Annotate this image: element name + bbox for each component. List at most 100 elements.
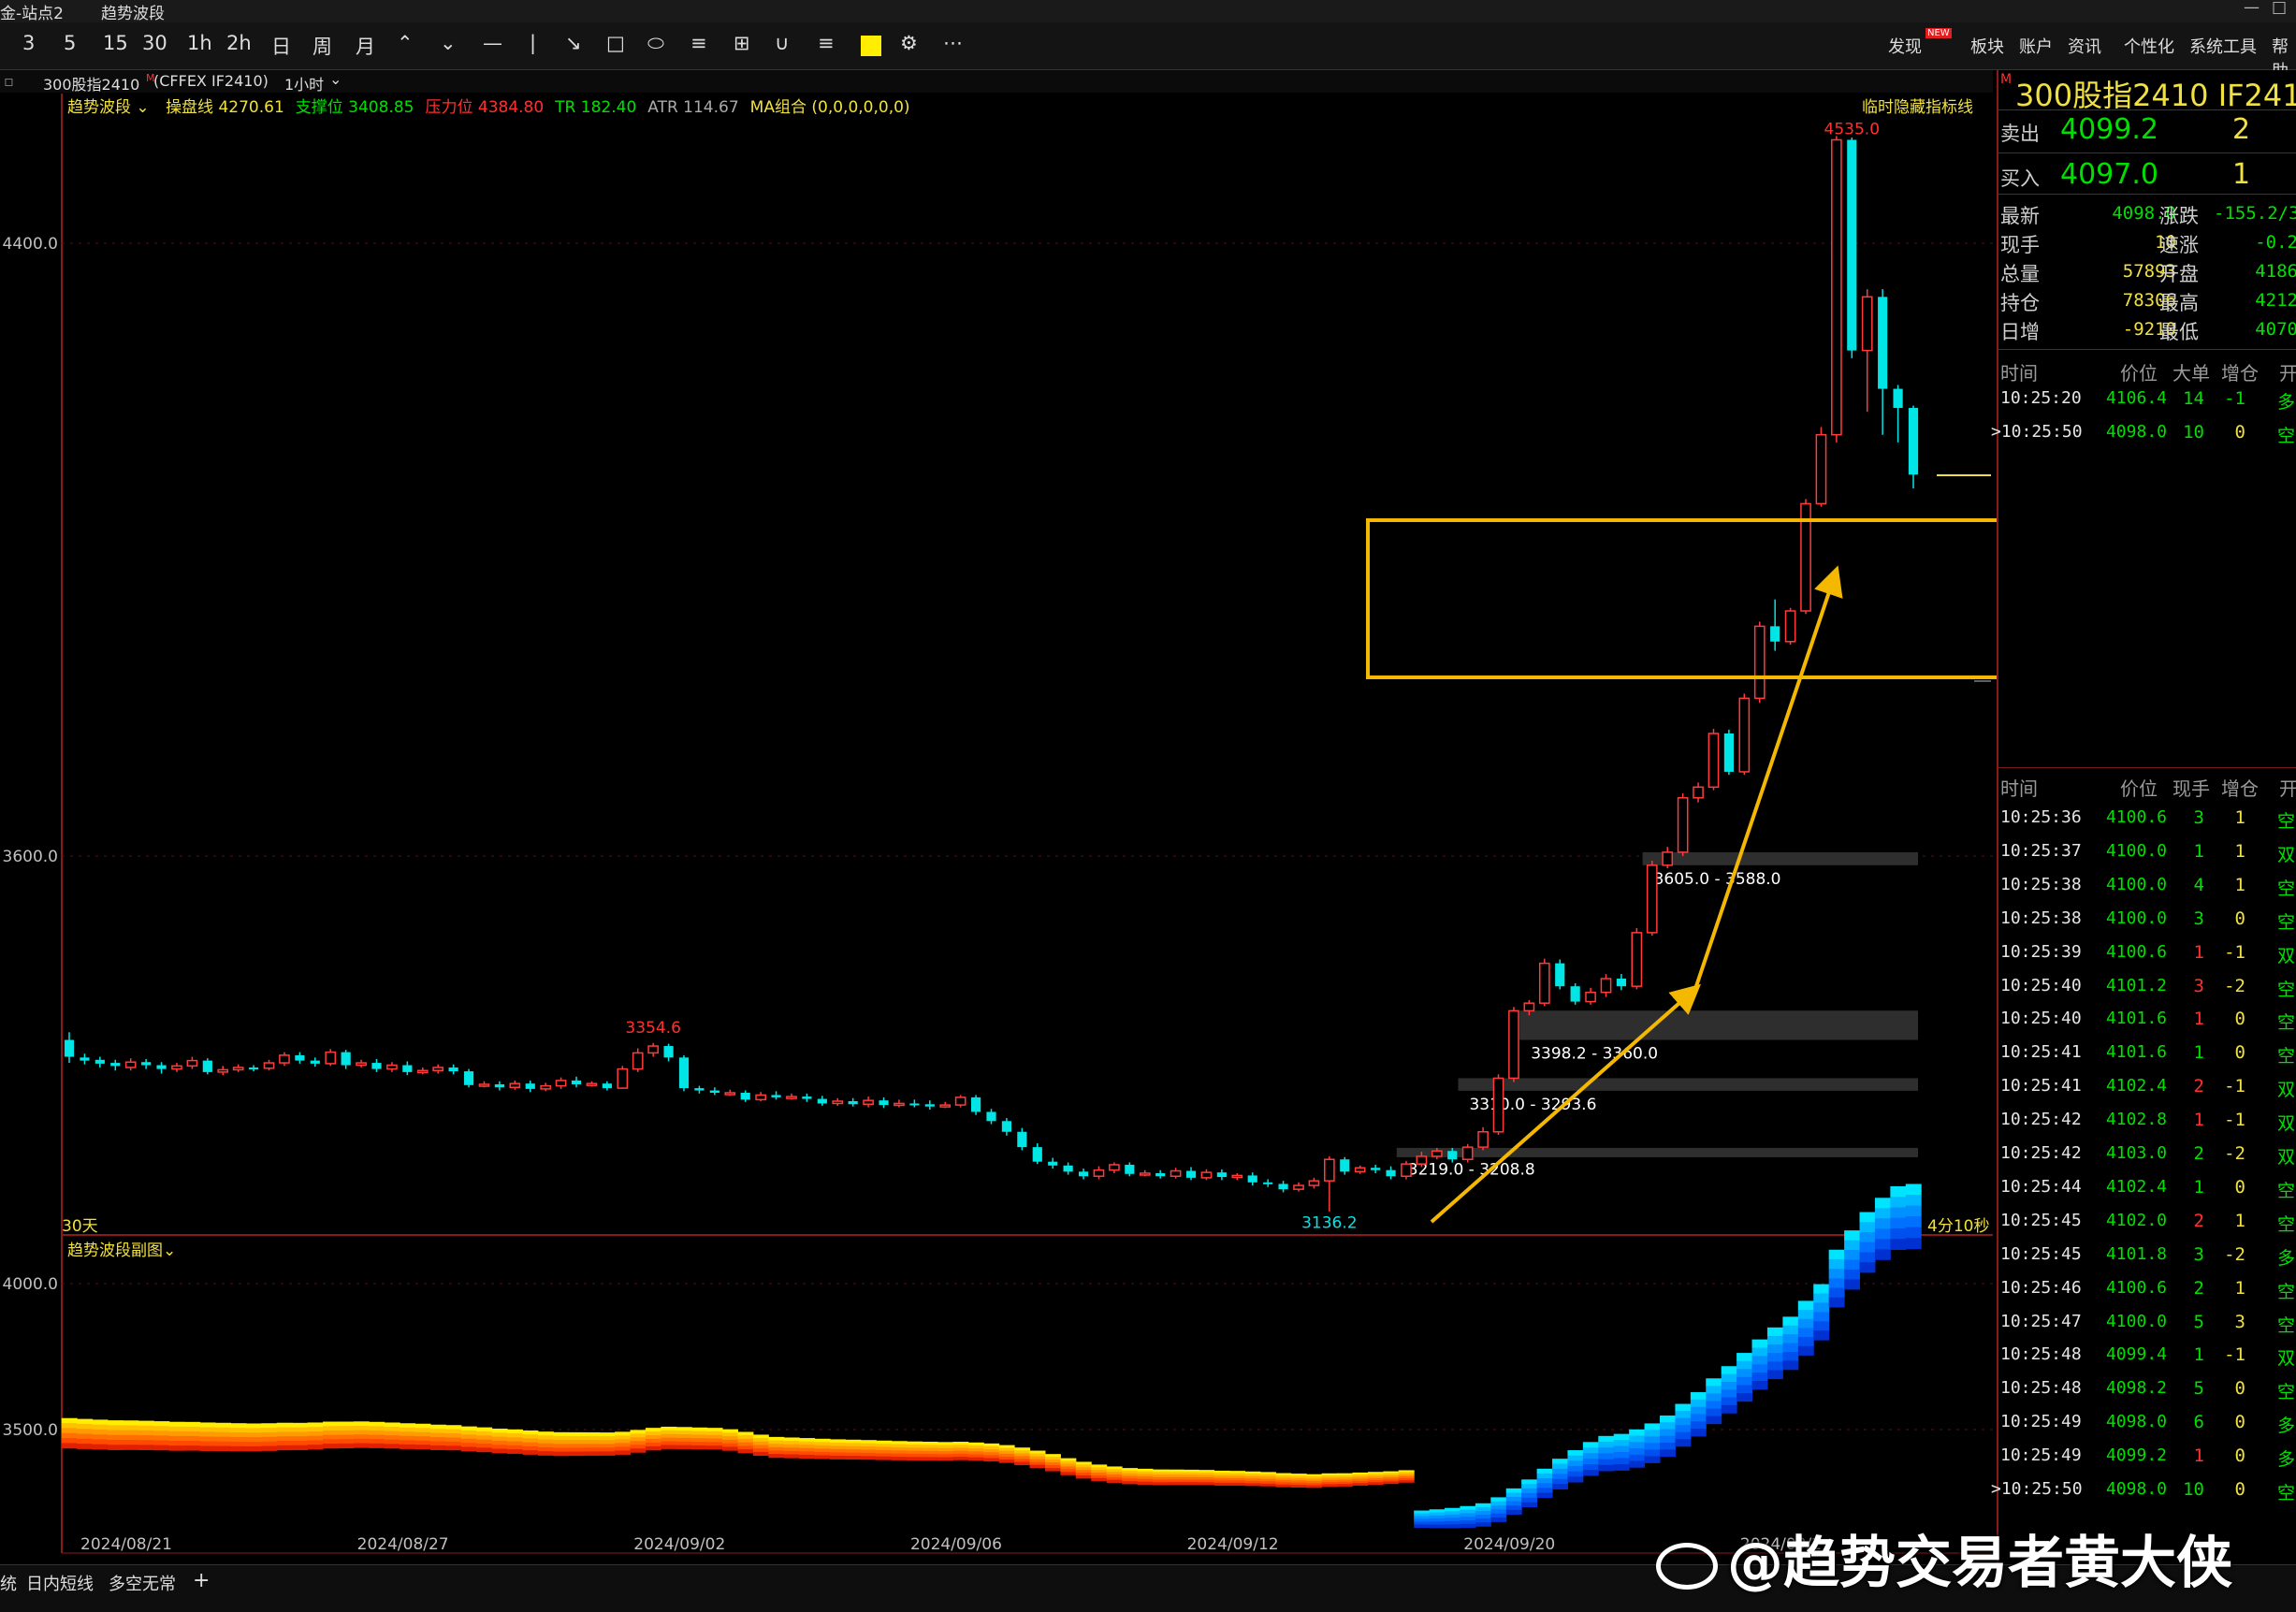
sub-indicator-name[interactable]: 趋势波段副图⌄	[67, 1237, 176, 1260]
bottom-tab-system[interactable]: 统	[0, 1571, 17, 1595]
color-flag-icon[interactable]	[861, 36, 881, 56]
period-select[interactable]: 1小时	[284, 72, 324, 94]
heat-cell	[584, 1431, 601, 1437]
heat-cell	[998, 1447, 1015, 1452]
period-3m-button[interactable]: 3	[22, 32, 35, 54]
tick-row[interactable]: 10:25:37 4100.0 1 1 双	[1998, 841, 2296, 875]
chevron-down-icon[interactable]: ⌄	[136, 98, 149, 117]
indicator-name[interactable]: 趋势波段	[67, 98, 131, 117]
candle-up	[863, 1099, 874, 1106]
tick-row[interactable]: 10:25:38 4100.0 4 1 空	[1998, 875, 2296, 908]
horizontal-line-tool-icon[interactable]: —	[483, 32, 502, 54]
heat-cell	[522, 1442, 539, 1447]
menu-system-tools[interactable]: 系统工具	[2189, 34, 2257, 58]
heat-cell	[998, 1450, 1015, 1455]
menu-personalize[interactable]: 个性化	[2124, 34, 2174, 58]
tick-row[interactable]: 10:25:42 4102.8 1 -1 双	[1998, 1110, 2296, 1143]
tick-row[interactable]: 10:25:49 4099.2 1 0 多	[1998, 1445, 2296, 1479]
heat-cell	[645, 1431, 661, 1436]
heat-cell	[845, 1456, 862, 1460]
tick-row[interactable]: 10:25:46 4100.6 2 1 空	[1998, 1278, 2296, 1312]
more-icon[interactable]: ⋯	[943, 32, 963, 54]
tick-row[interactable]: 10:25:41 4102.4 2 -1 双	[1998, 1076, 2296, 1110]
heat-cell	[706, 1434, 723, 1440]
period-month-button[interactable]: 月	[356, 32, 375, 60]
grip-icon[interactable]: ▫	[4, 72, 14, 90]
period-15m-button[interactable]: 15	[103, 32, 128, 54]
qty-cell: 4	[2193, 874, 2204, 895]
tick-row[interactable]: 10:25:47 4100.0 5 3 空	[1998, 1312, 2296, 1345]
price-cell: 4100.0	[2105, 908, 2167, 928]
heat-cell	[998, 1453, 1015, 1458]
cycle-tool-icon[interactable]: ∪	[775, 32, 789, 54]
tick-row[interactable]: 10:25:38 4100.0 3 0 空	[1998, 908, 2296, 942]
big-order-row[interactable]: 10:25:20 4106.4 14 -1 多	[1998, 388, 2296, 422]
vertical-line-tool-icon[interactable]: |	[530, 32, 536, 54]
heat-cell	[429, 1429, 446, 1434]
tick-row[interactable]: 10:25:48 4099.4 1 -1 双	[1998, 1344, 2296, 1378]
fib-tool-icon[interactable]: ≡	[690, 32, 707, 54]
chevron-down-double-icon[interactable]: ⌄	[440, 32, 457, 54]
tick-row[interactable]: 10:25:49 4098.0 6 0 多	[1998, 1412, 2296, 1445]
rectangle-tool-icon[interactable]: □	[606, 32, 625, 54]
heat-cell	[706, 1445, 723, 1450]
bottom-tab-intraday[interactable]: 日内短线	[26, 1571, 94, 1595]
tick-row[interactable]: 10:25:44 4102.4 1 0 空	[1998, 1177, 2296, 1211]
chevron-down-icon[interactable]: ⌄	[163, 1242, 176, 1260]
heat-cell	[553, 1447, 570, 1453]
chevron-up-double-icon[interactable]: ⌃	[397, 32, 414, 54]
heat-cell	[92, 1424, 109, 1430]
heat-cell	[722, 1446, 738, 1451]
price-cell: 4100.6	[2105, 941, 2167, 962]
heat-cell	[369, 1434, 385, 1440]
hide-indicator-link[interactable]: 临时隐藏指标线	[1862, 94, 1973, 117]
price-chart[interactable]: 4400.0 3600.0 3605.0 - 3588.0 3398.2 - 3360…	[0, 94, 2245, 1554]
direction-cell: 空	[2277, 1314, 2296, 1336]
tick-row[interactable]: 10:25:45 4102.0 2 1 空	[1998, 1211, 2296, 1244]
period-2h-button[interactable]: 2h	[226, 32, 252, 54]
ellipse-tool-icon[interactable]: ⬭	[647, 32, 664, 55]
arrow-line-tool-icon[interactable]: ↘	[565, 32, 582, 54]
menu-news[interactable]: 资讯	[2068, 34, 2101, 58]
tick-row[interactable]: 10:25:36 4100.6 3 1 空	[1998, 807, 2296, 841]
tick-row[interactable]: 10:25:45 4101.8 3 -2 多	[1998, 1244, 2296, 1278]
menu-account[interactable]: 账户	[2019, 34, 2053, 58]
heat-cell	[1797, 1328, 1814, 1338]
maximize-icon[interactable]: □	[2272, 0, 2287, 17]
sell-price[interactable]: 4099.2	[2060, 113, 2158, 146]
heat-cell	[414, 1445, 431, 1450]
period-1h-button[interactable]: 1h	[187, 32, 212, 54]
minimize-icon[interactable]: —	[2244, 0, 2260, 17]
period-day-button[interactable]: 日	[271, 32, 291, 60]
tick-row[interactable]: 10:25:39 4100.6 1 -1 双	[1998, 942, 2296, 976]
heat-cell	[1582, 1447, 1599, 1454]
candle-up	[478, 1083, 490, 1087]
window-tab[interactable]: 趋势波段	[101, 0, 165, 23]
chevron-down-icon[interactable]: ⌄	[329, 70, 341, 88]
period-5m-button[interactable]: 5	[64, 32, 76, 54]
period-week-button[interactable]: 周	[312, 32, 332, 60]
time-cell: 10:25:48	[2000, 1378, 2082, 1399]
gear-icon[interactable]: ⚙	[900, 32, 918, 54]
heat-cell	[353, 1434, 370, 1440]
gann-tool-icon[interactable]: ⊞	[734, 32, 750, 54]
candle-down	[1340, 1159, 1350, 1172]
stat-value: 4186	[2255, 261, 2296, 282]
tick-row[interactable]: 10:25:41 4101.6 1 0 空	[1998, 1042, 2296, 1076]
buy-price[interactable]: 4097.0	[2060, 158, 2158, 191]
heat-cell	[1060, 1469, 1077, 1473]
tick-row[interactable]: >10:25:50 4098.0 10 0 空	[1991, 1479, 2296, 1513]
period-30m-button[interactable]: 30	[142, 32, 167, 54]
menu-discover[interactable]: 发现	[1888, 34, 1922, 58]
bottom-tab-longshort[interactable]: 多空无常	[109, 1571, 176, 1595]
text-tool-icon[interactable]: ≡	[818, 32, 835, 54]
menu-sector[interactable]: 板块	[1970, 34, 2004, 58]
tick-row[interactable]: 10:25:48 4098.2 5 0 空	[1998, 1378, 2296, 1412]
tick-row[interactable]: 10:25:42 4103.0 2 -2 双	[1998, 1143, 2296, 1177]
tick-row[interactable]: 10:25:40 4101.6 1 0 空	[1998, 1009, 2296, 1042]
add-tab-button[interactable]: +	[193, 1569, 210, 1592]
big-order-row[interactable]: >10:25:50 4098.0 10 0 空	[1991, 422, 2296, 456]
tick-row[interactable]: 10:25:40 4101.2 3 -2 空	[1998, 976, 2296, 1009]
swing-high-label: 3354.6	[625, 1019, 680, 1038]
direction-cell: 空	[2277, 1483, 2296, 1503]
